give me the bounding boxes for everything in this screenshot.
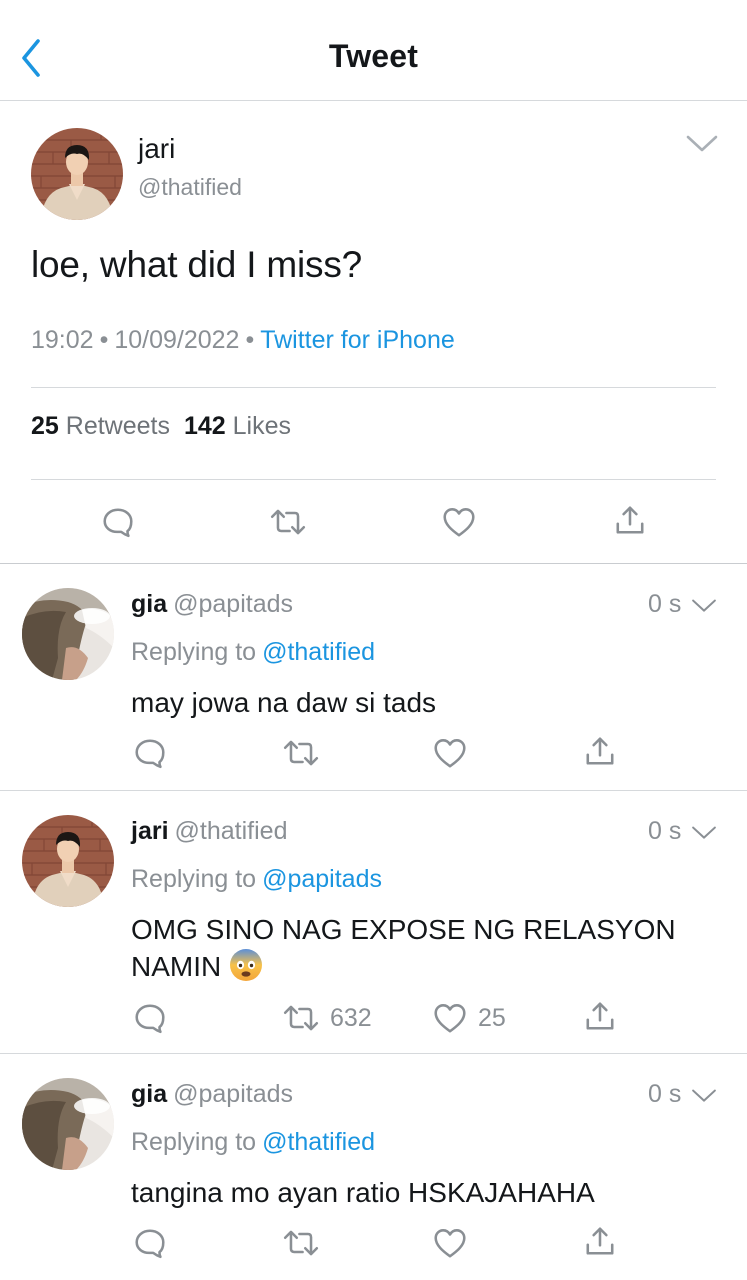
retweets-count: 25 bbox=[31, 412, 59, 440]
avatar[interactable] bbox=[22, 1078, 114, 1170]
navigation-bar: Tweet bbox=[0, 0, 747, 101]
author-name[interactable]: jari bbox=[138, 133, 175, 165]
tweet-time: 19:02 bbox=[31, 326, 94, 354]
reply-time: 0 s bbox=[648, 1080, 682, 1108]
reply-author-name: jari bbox=[131, 817, 169, 845]
chevron-down-icon[interactable] bbox=[684, 131, 720, 157]
reply-icon bbox=[133, 1001, 167, 1035]
divider bbox=[31, 479, 716, 480]
replying-to: Replying to @thatified bbox=[131, 638, 375, 667]
like-icon bbox=[432, 1001, 468, 1035]
replying-to-label: Replying to bbox=[131, 638, 257, 666]
share-icon bbox=[613, 503, 647, 537]
share-button[interactable] bbox=[583, 734, 617, 768]
replying-to: Replying to @papitads bbox=[131, 865, 382, 894]
share-icon bbox=[583, 734, 617, 768]
like-button[interactable] bbox=[441, 505, 477, 539]
like-icon bbox=[441, 505, 477, 539]
main-tweet: jari @thatified loe, what did I miss? 19… bbox=[0, 101, 747, 564]
tweet-meta: 19:02 • 10/09/2022 • Twitter for iPhone bbox=[31, 326, 455, 355]
page-title: Tweet bbox=[328, 38, 419, 74]
reply-tweet[interactable]: gia @papitads 0 s Replying to @thatified t… bbox=[0, 1054, 747, 1280]
retweet-button[interactable] bbox=[269, 505, 307, 539]
share-icon bbox=[583, 999, 617, 1033]
reply-button[interactable] bbox=[133, 736, 167, 770]
reply-text: may jowa na daw si tads bbox=[131, 687, 437, 718]
share-icon bbox=[583, 1224, 617, 1258]
retweets-label: Retweets bbox=[65, 412, 170, 440]
avatar-image bbox=[22, 1078, 114, 1170]
like-button[interactable]: 25 bbox=[432, 1001, 506, 1035]
avatar-image bbox=[22, 815, 114, 907]
tweet-client-link[interactable]: Twitter for iPhone bbox=[260, 326, 455, 354]
replying-to: Replying to @thatified bbox=[131, 1128, 375, 1157]
share-button[interactable] bbox=[613, 503, 647, 537]
reply-author-name: gia bbox=[131, 590, 168, 618]
retweet-button[interactable] bbox=[282, 736, 320, 770]
divider bbox=[31, 387, 716, 388]
reply-time: 0 s bbox=[648, 590, 682, 618]
chevron-down-icon[interactable] bbox=[690, 1086, 718, 1106]
replying-to-mention[interactable]: @papitads bbox=[262, 865, 382, 893]
reply-icon bbox=[133, 736, 167, 770]
retweet-icon bbox=[282, 1001, 320, 1035]
tweet-text: loe, what did I miss? bbox=[31, 244, 363, 285]
chevron-down-icon[interactable] bbox=[690, 823, 718, 843]
share-button[interactable] bbox=[583, 999, 617, 1033]
chevron-down-icon[interactable] bbox=[690, 596, 718, 616]
reply-author-handle: @thatified bbox=[174, 817, 288, 845]
retweet-icon bbox=[282, 1226, 320, 1260]
engagement-counts: 25 Retweets 142 Likes bbox=[31, 412, 291, 441]
like-button[interactable] bbox=[432, 736, 468, 770]
reply-icon bbox=[101, 505, 135, 539]
reply-text: OMG SINO NAG EXPOSE NG RELASYON NAMIN bbox=[131, 911, 711, 985]
reply-button[interactable] bbox=[133, 1226, 167, 1260]
reply-author-handle: @papitads bbox=[173, 1080, 294, 1108]
retweet-count: 632 bbox=[330, 1003, 372, 1032]
author-handle[interactable]: @thatified bbox=[138, 174, 242, 201]
reply-author[interactable]: jari @thatified bbox=[131, 817, 287, 846]
like-icon bbox=[432, 1226, 468, 1260]
avatar[interactable] bbox=[31, 128, 123, 220]
reply-author[interactable]: gia @papitads bbox=[131, 1080, 293, 1109]
like-count: 25 bbox=[478, 1003, 506, 1032]
reply-author[interactable]: gia @papitads bbox=[131, 590, 293, 619]
replying-to-mention[interactable]: @thatified bbox=[262, 1128, 375, 1156]
avatar[interactable] bbox=[22, 588, 114, 680]
meta-separator: • bbox=[99, 326, 109, 354]
avatar-image bbox=[22, 588, 114, 680]
share-button[interactable] bbox=[583, 1224, 617, 1258]
reply-tweet[interactable]: gia @papitads 0 s Replying to @thatified m… bbox=[0, 564, 747, 791]
reply-button[interactable] bbox=[101, 505, 135, 539]
like-button[interactable] bbox=[432, 1226, 468, 1260]
meta-separator: • bbox=[245, 326, 255, 354]
reply-author-handle: @papitads bbox=[173, 590, 294, 618]
likes-stat[interactable]: 142 Likes bbox=[184, 412, 291, 440]
reply-tweet[interactable]: jari @thatified 0 s Replying to @papitads … bbox=[0, 791, 747, 1054]
replying-to-label: Replying to bbox=[131, 865, 257, 893]
fearful-face-emoji-icon bbox=[229, 948, 263, 982]
retweet-icon bbox=[269, 505, 307, 539]
retweet-button[interactable]: 632 bbox=[282, 1001, 372, 1035]
reply-icon bbox=[133, 1226, 167, 1260]
likes-count: 142 bbox=[183, 412, 226, 440]
reply-author-name: gia bbox=[131, 1080, 168, 1108]
reply-time: 0 s bbox=[648, 817, 682, 845]
avatar-image bbox=[31, 128, 123, 220]
reply-text: tangina mo ayan ratio HSKAJAHAHA bbox=[131, 1177, 595, 1208]
reply-text-content: OMG SINO NAG EXPOSE NG RELASYON NAMIN bbox=[131, 914, 676, 982]
likes-label: Likes bbox=[232, 412, 292, 440]
retweet-button[interactable] bbox=[282, 1226, 320, 1260]
tweet-date: 10/09/2022 bbox=[114, 326, 240, 354]
retweet-icon bbox=[282, 736, 320, 770]
reply-button[interactable] bbox=[133, 1001, 167, 1035]
like-icon bbox=[432, 736, 468, 770]
replying-to-mention[interactable]: @thatified bbox=[262, 638, 375, 666]
avatar[interactable] bbox=[22, 815, 114, 907]
replying-to-label: Replying to bbox=[131, 1128, 257, 1156]
retweets-stat[interactable]: 25 Retweets bbox=[31, 412, 170, 440]
